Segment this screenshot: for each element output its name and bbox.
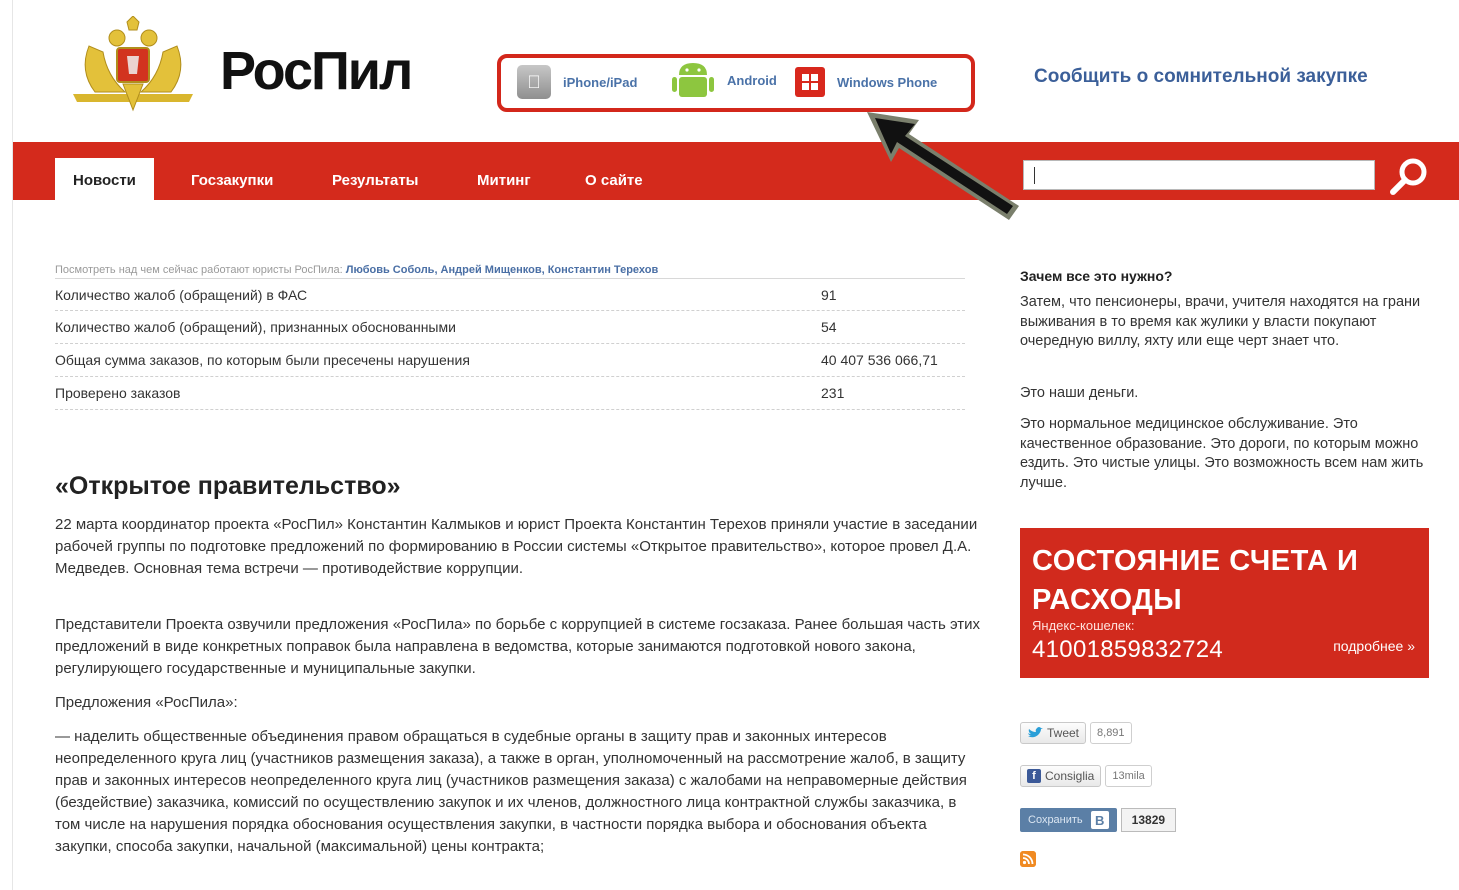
account-more-link[interactable]: подробнее »: [1333, 638, 1415, 654]
stats-caption: Посмотреть над чем сейчас работают юрист…: [55, 264, 658, 276]
article-paragraph: — наделить общественные объединения прав…: [55, 728, 967, 855]
emblem-icon[interactable]: [67, 16, 199, 120]
sidebar-text: Это наши деньги.: [1020, 385, 1139, 401]
account-status-box[interactable]: СОСТОЯНИЕ СЧЕТА И РАСХОДЫ Яндекс-кошелек…: [1020, 528, 1429, 678]
site-logo[interactable]: РосПил: [220, 40, 413, 102]
vk-icon: В: [1090, 811, 1109, 829]
windows-phone-app-label[interactable]: Windows Phone: [837, 75, 937, 90]
nav-item-about[interactable]: О сайте: [585, 172, 643, 189]
sidebar-text: Это нормальное медицинское обслуживание.…: [1020, 416, 1424, 491]
nav-item-news[interactable]: Новости: [55, 158, 154, 200]
sidebar-text: Затем, что пенсионеры, врачи, учителя на…: [1020, 294, 1421, 349]
windows-icon: [795, 67, 825, 97]
tweet-count: 8,891: [1090, 722, 1132, 744]
apple-icon: : [517, 65, 551, 99]
android-icon: [672, 63, 714, 97]
sidebar-heading: Зачем все это нужно?: [1020, 268, 1173, 284]
facebook-like-label: Consiglia: [1045, 769, 1095, 783]
android-app-link[interactable]: Android: [671, 62, 777, 98]
nav-item-rally[interactable]: Митинг: [477, 172, 531, 189]
stats-label: Проверено заказов: [55, 385, 181, 401]
lawyer-links[interactable]: Любовь Соболь, Андрей Мищенков, Констант…: [346, 264, 658, 276]
article-paragraph: Представители Проекта озвучили предложен…: [55, 616, 981, 677]
windows-phone-app-link[interactable]: Windows Phone: [795, 64, 937, 100]
tweet-widget: Tweet 8,891: [1020, 722, 1132, 744]
nav-item-procurement[interactable]: Госзакупки: [191, 172, 273, 189]
search-input[interactable]: [1023, 160, 1375, 190]
stats-value: 231: [821, 385, 845, 401]
stats-label: Количество жалоб (обращений), признанных…: [55, 319, 456, 335]
iphone-app-label[interactable]: iPhone/iPad: [563, 75, 637, 90]
mobile-apps-box:  iPhone/iPad Android: [497, 54, 975, 112]
rss-icon[interactable]: [1020, 851, 1036, 867]
nav-item-results[interactable]: Результаты: [332, 172, 418, 189]
facebook-like-button[interactable]: f Consiglia: [1020, 765, 1102, 787]
report-suspicious-purchase-link[interactable]: Сообщить о сомнительной закупке: [1034, 66, 1368, 88]
facebook-widget: f Consiglia 13mila: [1020, 765, 1152, 787]
stats-value: 54: [821, 319, 837, 335]
wallet-label: Яндекс-кошелек:: [1032, 618, 1135, 633]
facebook-icon: f: [1027, 769, 1041, 783]
stats-caption-prefix: Посмотреть над чем сейчас работают юрист…: [55, 264, 343, 276]
tweet-label: Tweet: [1047, 726, 1080, 740]
vk-count: 13829: [1120, 808, 1177, 832]
search-icon[interactable]: [1385, 156, 1431, 196]
iphone-app-link[interactable]:  iPhone/iPad: [517, 64, 637, 100]
page: РосПил  iPhone/iPad Android: [12, 0, 1459, 890]
article-paragraph: 22 марта координатор проекта «РосПил» Ко…: [55, 516, 978, 577]
vk-save-label: Сохранить: [1028, 814, 1083, 826]
twitter-icon: [1028, 727, 1043, 738]
account-title[interactable]: СОСТОЯНИЕ СЧЕТА И РАСХОДЫ: [1032, 542, 1412, 620]
tweet-button[interactable]: Tweet: [1020, 722, 1087, 744]
arrow-icon: [867, 112, 1019, 220]
stats-row: Общая сумма заказов, по которым были пре…: [55, 344, 965, 377]
stats-label: Количество жалоб (обращений) в ФАС: [55, 286, 308, 303]
stats-row: Количество жалоб (обращений), признанных…: [55, 311, 965, 344]
stats-value: 40 407 536 066,71: [821, 352, 938, 368]
vk-widget: Сохранить В 13829: [1020, 808, 1177, 832]
vk-save-button[interactable]: Сохранить В: [1020, 808, 1117, 832]
stats-row: Проверено заказов 231: [55, 377, 965, 410]
stats-row: Количество жалоб (обращений) в ФАС 91: [55, 278, 965, 311]
stats-label: Общая сумма заказов, по которым были пре…: [55, 352, 470, 368]
android-app-label[interactable]: Android: [727, 73, 777, 88]
main-navbar: Новости Госзакупки Результаты Митинг О с…: [13, 142, 1459, 200]
stats-value: 91: [821, 286, 837, 303]
article-paragraph: Предложения «РосПила»:: [55, 694, 238, 711]
article-title[interactable]: «Открытое правительство»: [55, 472, 401, 501]
facebook-count: 13mila: [1105, 765, 1152, 787]
wallet-number: 41001859832724: [1032, 636, 1224, 663]
stats-table: Количество жалоб (обращений) в ФАС 91 Ко…: [55, 278, 965, 410]
